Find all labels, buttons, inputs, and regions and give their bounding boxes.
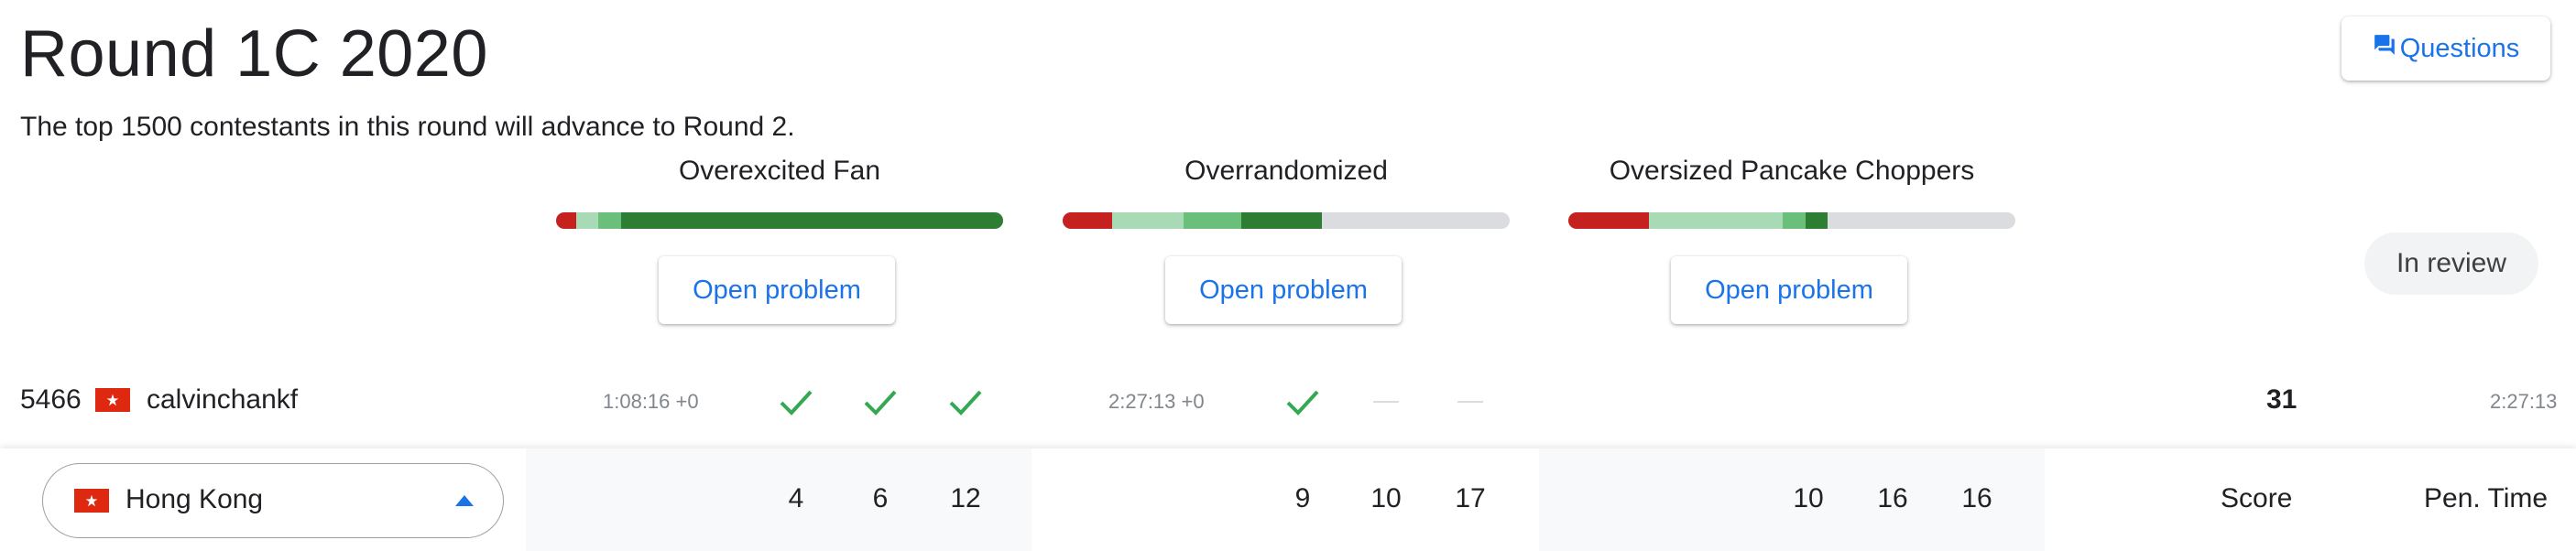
progress-segment: [620, 212, 1003, 229]
review-status-label: In review: [2396, 248, 2507, 278]
open-problem-button[interactable]: Open problem: [1671, 256, 1907, 324]
check-icon: [945, 384, 986, 421]
page-title: Round 1C 2020: [20, 17, 488, 91]
problem-column-1: Overexcited Fan Open problem: [556, 156, 1003, 324]
score-column-label: Score: [2221, 483, 2293, 513]
caret-up-icon: [455, 495, 474, 506]
progress-segment: [556, 212, 576, 229]
progress-segment: [1805, 212, 1828, 229]
progress-segment: [1063, 212, 1112, 229]
progress-segment: [575, 212, 599, 229]
country-name: Hong Kong: [126, 484, 264, 514]
questions-icon: [2374, 35, 2395, 55]
progress-segment: [598, 212, 621, 229]
advance-info: The top 1500 contestants in this round w…: [20, 112, 795, 142]
pen-time-column-label: Pen. Time: [2424, 483, 2549, 513]
points-footer: Hong Kong 4 6 12 9 10 17 10 16 16 Score …: [0, 448, 2576, 551]
problem-column-2: Overrandomized Open problem: [1063, 156, 1510, 324]
problem-progress-bar: [1568, 212, 2015, 229]
progress-segment: [1241, 212, 1323, 229]
review-status-badge: In review: [2364, 232, 2538, 295]
penalty-time: 2:27:13: [2490, 390, 2558, 413]
questions-button[interactable]: Questions: [2341, 16, 2550, 81]
problem-progress-bar: [1063, 212, 1510, 229]
test-set-points: 10: [1370, 483, 1402, 513]
problem-name: Oversized Pancake Choppers: [1609, 156, 1975, 186]
test-set-points: 12: [950, 483, 981, 513]
problem-1-time: 1:08:16 +0: [603, 390, 699, 413]
test-set-points: 4: [788, 483, 804, 513]
problem-progress-bar: [556, 212, 1003, 229]
test-set-points: 10: [1793, 483, 1824, 513]
problem-2-time: 2:27:13 +0: [1108, 390, 1205, 413]
rank: 5466: [20, 384, 82, 415]
progress-segment: [1183, 212, 1242, 229]
open-problem-button[interactable]: Open problem: [1165, 256, 1402, 324]
open-problem-button[interactable]: Open problem: [659, 256, 895, 324]
problem-column-3: Oversized Pancake Choppers Open problem: [1568, 156, 2015, 324]
username[interactable]: calvinchankf: [147, 384, 298, 416]
check-icon: [776, 384, 816, 421]
check-icon: [860, 384, 901, 421]
test-set-points: 6: [872, 483, 889, 513]
questions-label: Questions: [2399, 33, 2520, 63]
hong-kong-flag-icon: [95, 388, 130, 412]
country-select[interactable]: Hong Kong: [42, 463, 504, 538]
problem-name: Overrandomized: [1184, 156, 1388, 186]
unsolved-dash-icon: [1457, 401, 1483, 403]
unsolved-dash-icon: [1373, 401, 1399, 403]
test-set-points: 16: [1961, 483, 1992, 513]
test-set-points: 9: [1294, 483, 1311, 513]
progress-segment: [1648, 212, 1784, 229]
test-set-points: 16: [1877, 483, 1908, 513]
test-set-points: 17: [1455, 483, 1486, 513]
problem-name: Overexcited Fan: [678, 156, 881, 186]
progress-segment: [1111, 212, 1184, 229]
total-score: 31: [2266, 384, 2298, 415]
progress-segment: [1783, 212, 1806, 229]
check-icon: [1283, 384, 1323, 421]
scoreboard-row[interactable]: 5466 calvinchankf 1:08:16 +0 2:27:13 +0 …: [0, 370, 2576, 434]
progress-segment: [1568, 212, 1649, 229]
hong-kong-flag-icon: [74, 489, 109, 513]
